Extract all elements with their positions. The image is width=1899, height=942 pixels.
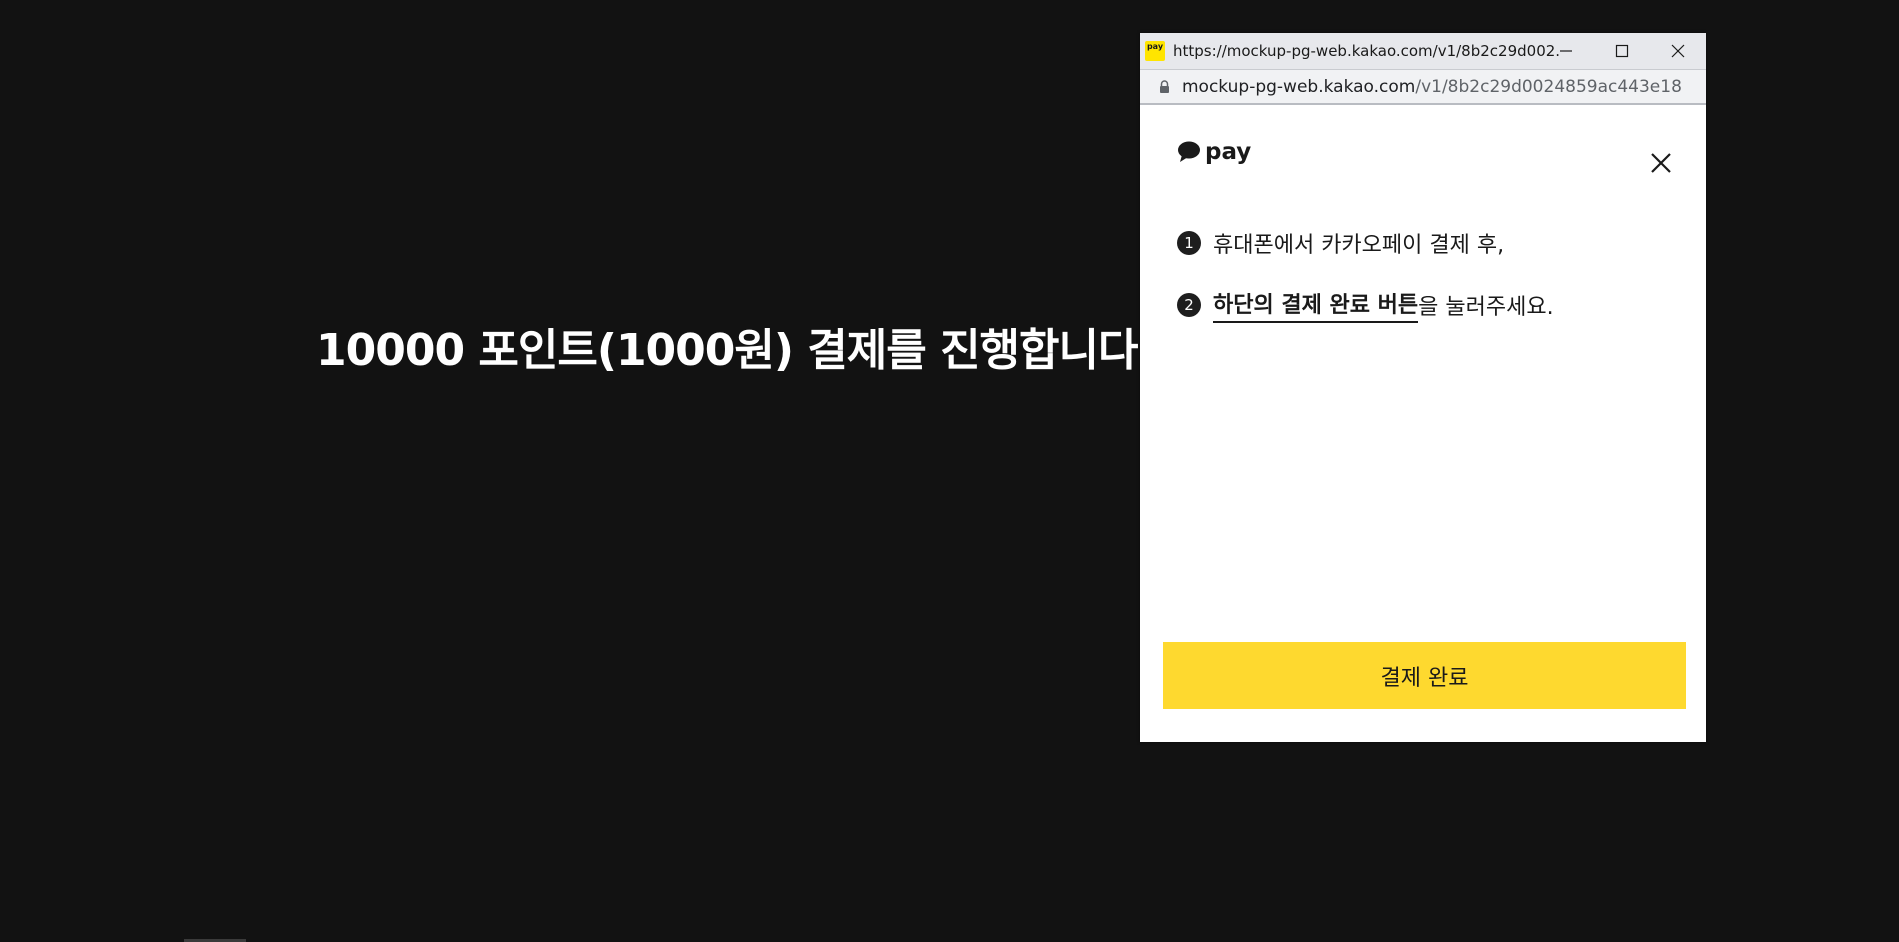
instruction-step-1: 1 휴대폰에서 카카오페이 결제 후, [1177,227,1504,259]
lock-icon [1156,80,1172,93]
page-headline: 10000 포인트(1000원) 결제를 진행합니다.' [316,325,1167,376]
address-path: /v1/8b2c29d0024859ac443e1844... [1415,76,1682,97]
step-text: 휴대폰에서 카카오페이 결제 후, [1213,233,1505,258]
minimize-icon [1560,50,1572,52]
address-bar[interactable]: mockup-pg-web.kakao.com/v1/8b2c29d002485… [1140,69,1706,105]
payment-complete-button[interactable]: 결제 완료 [1163,642,1686,709]
step-text: 을 눌러주세요. [1418,295,1554,320]
step-emphasis-text: 하단의 결제 완료 버튼 [1213,287,1419,323]
maximize-button[interactable] [1594,33,1650,69]
speech-bubble-icon [1178,141,1200,162]
maximize-icon [1615,44,1629,58]
window-titlebar: pay https://mockup-pg-web.kakao.com/v1/8… [1140,33,1706,69]
window-close-button[interactable] [1650,33,1706,69]
payment-content: pay 1 휴대폰에서 카카오페이 결제 후, 2 하단의 결제 완료 버튼 을 … [1140,105,1706,741]
instruction-step-2: 2 하단의 결제 완료 버튼 을 눌러주세요. [1177,287,1554,323]
payment-popup-window: pay https://mockup-pg-web.kakao.com/v1/8… [1140,33,1706,742]
brand-wordmark: pay [1205,139,1252,165]
kakaopay-favicon: pay [1145,41,1165,61]
close-icon [1671,44,1685,58]
step-number-badge: 1 [1177,231,1201,255]
close-icon[interactable] [1649,151,1673,175]
kakaopay-logo: pay [1177,139,1251,165]
address-url: mockup-pg-web.kakao.com/v1/8b2c29d002485… [1182,77,1682,97]
window-controls [1538,33,1706,69]
minimize-button[interactable] [1538,33,1594,69]
window-title: https://mockup-pg-web.kakao.com/v1/8b2c2… [1173,42,1561,60]
address-host: mockup-pg-web.kakao.com [1182,76,1416,97]
step-number-badge: 2 [1177,293,1201,317]
